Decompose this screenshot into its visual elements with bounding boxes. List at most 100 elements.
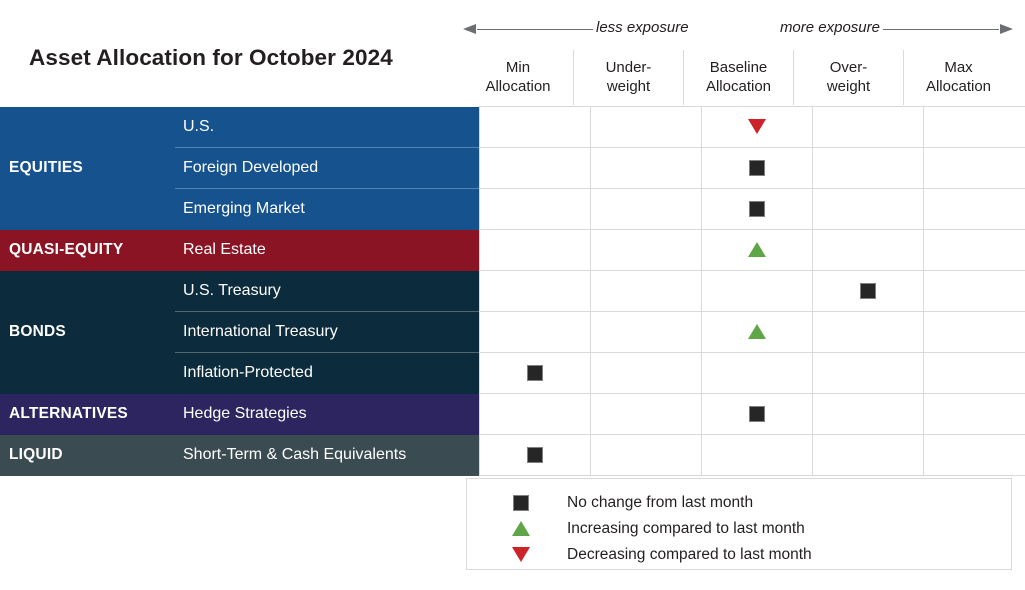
allocation-cell bbox=[590, 352, 702, 394]
black-square-icon bbox=[749, 159, 765, 176]
legend-item: Increasing compared to last month bbox=[467, 517, 1011, 540]
allocation-cell bbox=[479, 106, 591, 148]
category-label-equities: EQUITIES bbox=[0, 106, 175, 230]
asset-label: Real Estate bbox=[175, 229, 480, 271]
allocation-cell bbox=[923, 393, 1025, 435]
legend: No change from last month Increasing comp… bbox=[466, 478, 1012, 570]
column-header-line2: weight bbox=[826, 78, 871, 95]
allocation-cell bbox=[590, 393, 702, 435]
legend-item: No change from last month bbox=[467, 491, 1011, 514]
column-header-line2: Allocation bbox=[485, 78, 551, 95]
black-square-icon bbox=[749, 405, 765, 422]
column-header-line1: Baseline bbox=[709, 59, 768, 76]
allocation-cell bbox=[479, 352, 591, 394]
black-square-icon bbox=[527, 364, 543, 381]
arrow-right-icon bbox=[1000, 24, 1013, 34]
allocation-cell bbox=[590, 311, 702, 353]
allocation-cell bbox=[479, 188, 591, 230]
column-header-2: Baseline Allocation bbox=[683, 50, 793, 105]
column-headers: Min Allocation Under-weight Baseline Allocat… bbox=[463, 50, 1013, 105]
asset-label: Inflation-Protected bbox=[175, 352, 480, 394]
allocation-cell bbox=[812, 147, 924, 189]
legend-label: Decreasing compared to last month bbox=[567, 545, 812, 563]
asset-label: Foreign Developed bbox=[175, 147, 480, 189]
allocation-cell bbox=[590, 434, 702, 476]
category-label-bonds: BONDS bbox=[0, 270, 175, 394]
asset-label: Hedge Strategies bbox=[175, 393, 480, 435]
black-square-icon bbox=[860, 282, 876, 299]
arrow-left-icon bbox=[463, 24, 476, 34]
allocation-cell bbox=[812, 270, 924, 312]
green-up-triangle-icon bbox=[748, 324, 766, 340]
allocation-cell bbox=[590, 188, 702, 230]
allocation-cell bbox=[479, 393, 591, 435]
allocation-cell bbox=[701, 147, 813, 189]
allocation-cell bbox=[479, 434, 591, 476]
column-header-3: Over-weight bbox=[793, 50, 903, 105]
table-row: EQUITIES U.S. bbox=[0, 106, 1025, 230]
allocation-cell bbox=[923, 188, 1025, 230]
allocation-cell bbox=[701, 188, 813, 230]
allocation-cell bbox=[590, 106, 702, 148]
column-header-line2: weight bbox=[606, 78, 651, 95]
allocation-cell bbox=[479, 147, 591, 189]
allocation-cell bbox=[923, 229, 1025, 271]
table-row: QUASI-EQUITY Real Estate bbox=[0, 229, 1025, 271]
asset-label: International Treasury bbox=[175, 311, 480, 353]
allocation-cell bbox=[701, 229, 813, 271]
asset-label: Short-Term & Cash Equivalents bbox=[175, 434, 480, 476]
black-square-icon bbox=[749, 200, 765, 217]
table-row: ALTERNATIVES Hedge Strategies bbox=[0, 393, 1025, 435]
green-up-triangle-icon bbox=[512, 521, 530, 536]
allocation-cell bbox=[701, 393, 813, 435]
table-row: BONDS U.S. Treasury bbox=[0, 270, 1025, 394]
more-exposure-label: more exposure bbox=[779, 19, 880, 36]
legend-label: Increasing compared to last month bbox=[567, 519, 805, 537]
axis-line-left bbox=[477, 29, 593, 30]
allocation-table: EQUITIES U.S. Foreign Developed Emerging Ma… bbox=[0, 106, 1025, 476]
allocation-cell bbox=[923, 106, 1025, 148]
allocation-cell bbox=[812, 352, 924, 394]
allocation-cell bbox=[590, 270, 702, 312]
category-label-quasi-equity: QUASI-EQUITY bbox=[0, 229, 175, 271]
column-header-line1: Over- bbox=[829, 59, 868, 76]
column-header-0: Min Allocation bbox=[463, 50, 573, 105]
allocation-cell bbox=[812, 188, 924, 230]
allocation-cell bbox=[701, 311, 813, 353]
asset-label: U.S. Treasury bbox=[175, 270, 480, 312]
allocation-cell bbox=[701, 106, 813, 148]
red-down-triangle-icon bbox=[512, 547, 530, 562]
exposure-axis: less exposure more exposure bbox=[463, 16, 1013, 44]
allocation-cell bbox=[923, 311, 1025, 353]
legend-marker bbox=[491, 494, 551, 511]
asset-label: Emerging Market bbox=[175, 188, 480, 230]
column-header-1: Under-weight bbox=[573, 50, 683, 105]
asset-label: U.S. bbox=[175, 106, 480, 148]
category-label-alternatives: ALTERNATIVES bbox=[0, 393, 175, 435]
allocation-cell bbox=[701, 352, 813, 394]
legend-label: No change from last month bbox=[567, 493, 754, 511]
black-square-icon bbox=[527, 446, 543, 463]
allocation-cell bbox=[923, 270, 1025, 312]
allocation-cell bbox=[479, 270, 591, 312]
legend-marker bbox=[491, 547, 551, 562]
allocation-cell bbox=[812, 106, 924, 148]
allocation-cell bbox=[479, 229, 591, 271]
allocation-cell bbox=[923, 434, 1025, 476]
allocation-cell bbox=[701, 434, 813, 476]
allocation-cell bbox=[479, 311, 591, 353]
column-header-line1: Min bbox=[505, 59, 531, 76]
column-header-line2: Allocation bbox=[925, 78, 992, 95]
allocation-cell bbox=[923, 147, 1025, 189]
green-up-triangle-icon bbox=[748, 242, 766, 258]
less-exposure-label: less exposure bbox=[596, 19, 689, 36]
column-header-line2: Allocation bbox=[705, 78, 772, 95]
axis-line-right bbox=[883, 29, 999, 30]
page-title: Asset Allocation for October 2024 bbox=[29, 45, 393, 70]
column-header-line1: Max bbox=[944, 59, 973, 76]
allocation-cell bbox=[812, 311, 924, 353]
allocation-cell bbox=[812, 229, 924, 271]
red-down-triangle-icon bbox=[748, 119, 766, 135]
category-label-liquid: LIQUID bbox=[0, 434, 175, 476]
column-header-line1: Under- bbox=[605, 59, 652, 76]
